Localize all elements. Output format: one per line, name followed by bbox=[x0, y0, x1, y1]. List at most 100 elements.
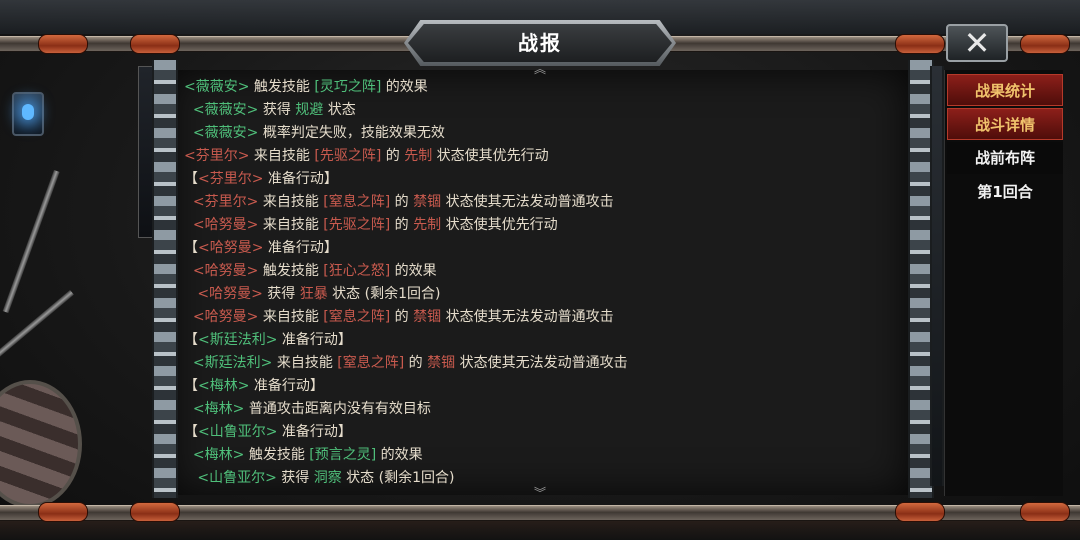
log-text: 来自技能 bbox=[258, 309, 324, 325]
log-highlight: <哈努曼> bbox=[192, 263, 259, 279]
log-highlight: <芬里尔> bbox=[184, 148, 250, 164]
log-highlight: <哈努曼> bbox=[198, 240, 264, 256]
log-text: 状态使其无法发动普通攻击 bbox=[441, 194, 614, 210]
log-text: 来自技能 bbox=[249, 148, 315, 164]
log-text: 【 bbox=[184, 378, 198, 394]
log-highlight: 禁锢 bbox=[413, 309, 442, 325]
log-line: 【<斯廷法利> 准备行动】 bbox=[184, 329, 894, 352]
log-highlight: <山鲁亚尔> bbox=[197, 470, 277, 486]
log-text: 【 bbox=[184, 240, 198, 256]
log-highlight: 先制 bbox=[413, 217, 442, 233]
log-text: 准备行动】 bbox=[277, 332, 352, 348]
log-highlight: 先制 bbox=[404, 148, 433, 164]
log-line: <山鲁亚尔> 获得 洞察 状态 (剩余1回合) bbox=[184, 467, 894, 490]
log-text: 来自技能 bbox=[272, 355, 338, 371]
menu-item-pre-battle-formation[interactable]: 战前布阵 bbox=[947, 142, 1063, 174]
frame-ornament bbox=[1020, 34, 1070, 54]
log-highlight: <斯廷法利> bbox=[198, 332, 278, 348]
log-highlight: 禁锢 bbox=[413, 194, 442, 210]
log-highlight: [窒息之阵] bbox=[337, 355, 405, 371]
log-text: 触发技能 bbox=[249, 79, 315, 95]
menu-item-round-1[interactable]: 第1回合 bbox=[947, 176, 1063, 208]
battle-log-list[interactable]: <薇薇安> 触发技能 [灵巧之阵] 的效果 <薇薇安> 获得 规避 状态 <薇薇… bbox=[184, 76, 894, 490]
log-line: <薇薇安> 触发技能 [灵巧之阵] 的效果 bbox=[184, 76, 894, 99]
page-title: 战报 bbox=[518, 31, 562, 55]
log-text: 的效果 bbox=[376, 447, 423, 463]
menu-item-battle-details[interactable]: 战斗详情 bbox=[947, 108, 1063, 140]
log-text: 【 bbox=[184, 171, 198, 187]
log-text: 获得 bbox=[276, 470, 314, 486]
log-highlight: <薇薇安> bbox=[192, 125, 259, 141]
log-text: 获得 bbox=[258, 102, 296, 118]
log-text: 【 bbox=[184, 332, 198, 348]
log-line: <哈努曼> 获得 狂暴 状态 (剩余1回合) bbox=[184, 283, 894, 306]
log-line: <斯廷法利> 来自技能 [窒息之阵] 的 禁锢 状态使其无法发动普通攻击 bbox=[184, 352, 894, 375]
log-line: 【<芬里尔> 准备行动】 bbox=[184, 168, 894, 191]
log-highlight: <芬里尔> bbox=[192, 194, 259, 210]
log-line: <哈努曼> 来自技能 [窒息之阵] 的 禁锢 状态使其无法发动普通攻击 bbox=[184, 306, 894, 329]
log-line: <芬里尔> 来自技能 [先驱之阵] 的 先制 状态使其优先行动 bbox=[184, 145, 894, 168]
frame-right-inner-pillar bbox=[930, 66, 944, 486]
log-text: 的 bbox=[404, 355, 428, 371]
log-text: 【 bbox=[184, 424, 198, 440]
log-line: <哈努曼> 来自技能 [先驱之阵] 的 先制 状态使其优先行动 bbox=[184, 214, 894, 237]
log-highlight: [灵巧之阵] bbox=[314, 79, 382, 95]
frame-ornament bbox=[130, 34, 180, 54]
lantern-icon bbox=[12, 92, 44, 136]
log-text: 概率判定失败，技能效果无效 bbox=[258, 125, 445, 141]
frame-ornament bbox=[1020, 502, 1070, 522]
log-text: 来自技能 bbox=[258, 194, 324, 210]
log-line: 【<梅林> 准备行动】 bbox=[184, 375, 894, 398]
log-text: 状态使其优先行动 bbox=[432, 148, 549, 164]
log-highlight: <薇薇安> bbox=[192, 102, 259, 118]
log-text: 的 bbox=[390, 309, 414, 325]
log-line: <薇薇安> 概率判定失败，技能效果无效 bbox=[184, 122, 894, 145]
log-line: <芬里尔> 来自技能 [窒息之阵] 的 禁锢 状态使其无法发动普通攻击 bbox=[184, 191, 894, 214]
log-highlight: 洞察 bbox=[313, 470, 342, 486]
log-text: 获得 bbox=[262, 286, 300, 302]
log-text: 的效果 bbox=[390, 263, 437, 279]
log-highlight: <梅林> bbox=[192, 401, 245, 417]
scroll-up-icon[interactable]: ︽ bbox=[530, 63, 550, 75]
menu-item-battle-stats[interactable]: 战果统计 bbox=[947, 74, 1063, 106]
log-text: 来自技能 bbox=[258, 217, 324, 233]
log-text: 状态使其无法发动普通攻击 bbox=[441, 309, 614, 325]
log-text: 的效果 bbox=[381, 79, 428, 95]
log-highlight: <芬里尔> bbox=[198, 171, 264, 187]
close-button[interactable]: ✕ bbox=[946, 24, 1008, 62]
log-highlight: [窒息之阵] bbox=[323, 309, 391, 325]
log-highlight: [预言之灵] bbox=[309, 447, 377, 463]
log-highlight: [先驱之阵] bbox=[314, 148, 382, 164]
log-highlight: 禁锢 bbox=[427, 355, 456, 371]
log-highlight: [先驱之阵] bbox=[323, 217, 391, 233]
log-text: 的 bbox=[390, 194, 414, 210]
log-highlight: [窒息之阵] bbox=[323, 194, 391, 210]
log-highlight: 规避 bbox=[295, 102, 324, 118]
log-highlight: <薇薇安> bbox=[184, 79, 250, 95]
log-text: 普通攻击距离内没有有效目标 bbox=[244, 401, 431, 417]
log-text: 状态 (剩余1回合) bbox=[327, 286, 441, 302]
frame-left-pillar bbox=[152, 60, 178, 498]
log-highlight: <哈努曼> bbox=[192, 309, 259, 325]
log-line: <哈努曼> 触发技能 [狂心之怒] 的效果 bbox=[184, 260, 894, 283]
side-menu: 战果统计 战斗详情 战前布阵 第1回合 bbox=[944, 70, 1063, 496]
log-line: 【<山鲁亚尔> 准备行动】 bbox=[184, 421, 894, 444]
log-text: 状态使其无法发动普通攻击 bbox=[455, 355, 628, 371]
log-text: 的 bbox=[381, 148, 405, 164]
log-text: 状态 bbox=[323, 102, 356, 118]
log-text: 状态 (剩余1回合) bbox=[341, 470, 455, 486]
log-text: 触发技能 bbox=[258, 263, 324, 279]
frame-ornament bbox=[38, 34, 88, 54]
log-text: 准备行动】 bbox=[263, 171, 338, 187]
frame-ornament bbox=[895, 34, 945, 54]
